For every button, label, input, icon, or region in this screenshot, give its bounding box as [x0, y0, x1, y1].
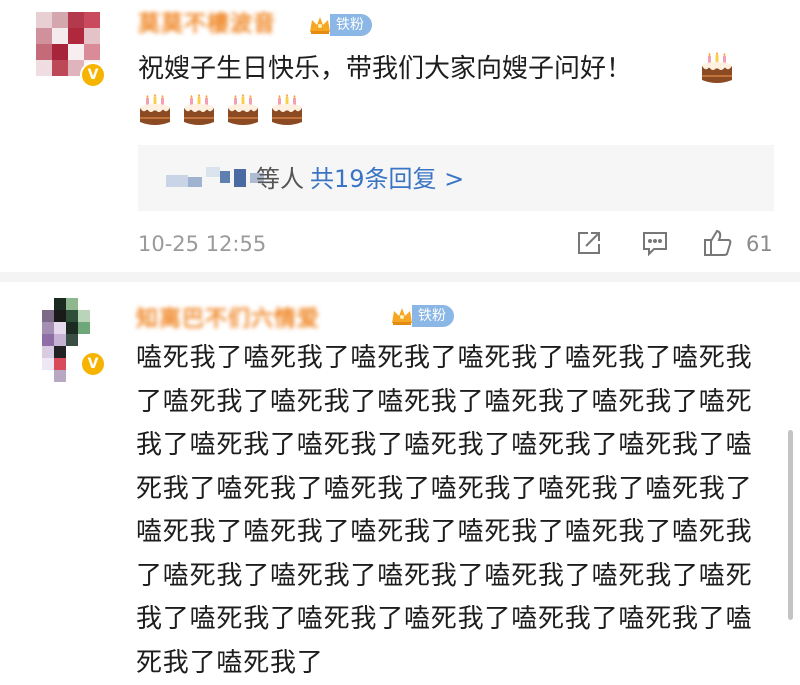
crown-icon	[308, 14, 332, 36]
like-count: 61	[746, 232, 773, 256]
birthday-cake-emoji	[138, 94, 170, 126]
username[interactable]: 莫莫不樓波音	[138, 6, 276, 38]
comment-footer: 10-25 12:55 61	[0, 222, 800, 268]
view-replies-link[interactable]: 共19条回复 >	[310, 159, 464, 194]
verified-badge-icon: V	[80, 351, 106, 377]
reply-people-label: 等人	[256, 165, 304, 193]
comment-item: V 莫莫不樓波音 铁粉 祝嫂子生日快乐，带我们大家向嫂子问好！ 等人 共19条回…	[0, 0, 800, 272]
fan-badge[interactable]: 铁粉	[308, 14, 372, 36]
birthday-cake-emoji	[270, 94, 302, 126]
comment-text: 祝嫂子生日快乐，带我们大家向嫂子问好！	[138, 54, 633, 84]
username[interactable]: 知离巴不们六情爱	[136, 301, 320, 333]
scrollbar[interactable]	[788, 430, 793, 620]
comment-icon[interactable]	[640, 228, 670, 258]
thumbs-up-icon[interactable]	[702, 228, 732, 258]
fan-badge[interactable]: 铁粉	[390, 305, 454, 327]
birthday-cake-emoji	[182, 94, 214, 126]
birthday-cake-emoji	[700, 52, 732, 84]
comment-text: 嗑死我了嗑死我了嗑死我了嗑死我了嗑死我了嗑死我了嗑死我了嗑死我了嗑死我了嗑死我了…	[136, 343, 753, 678]
cake-emoji-row	[138, 94, 302, 126]
crown-icon	[390, 305, 414, 327]
fan-badge-label: 铁粉	[330, 14, 372, 36]
verified-badge-icon: V	[80, 62, 106, 88]
fan-badge-label: 铁粉	[412, 305, 454, 327]
reply-summary[interactable]: 等人 共19条回复 >	[138, 145, 774, 211]
comment-divider	[0, 272, 800, 282]
share-icon[interactable]	[574, 228, 604, 258]
birthday-cake-emoji	[226, 94, 258, 126]
timestamp: 10-25 12:55	[138, 232, 267, 256]
